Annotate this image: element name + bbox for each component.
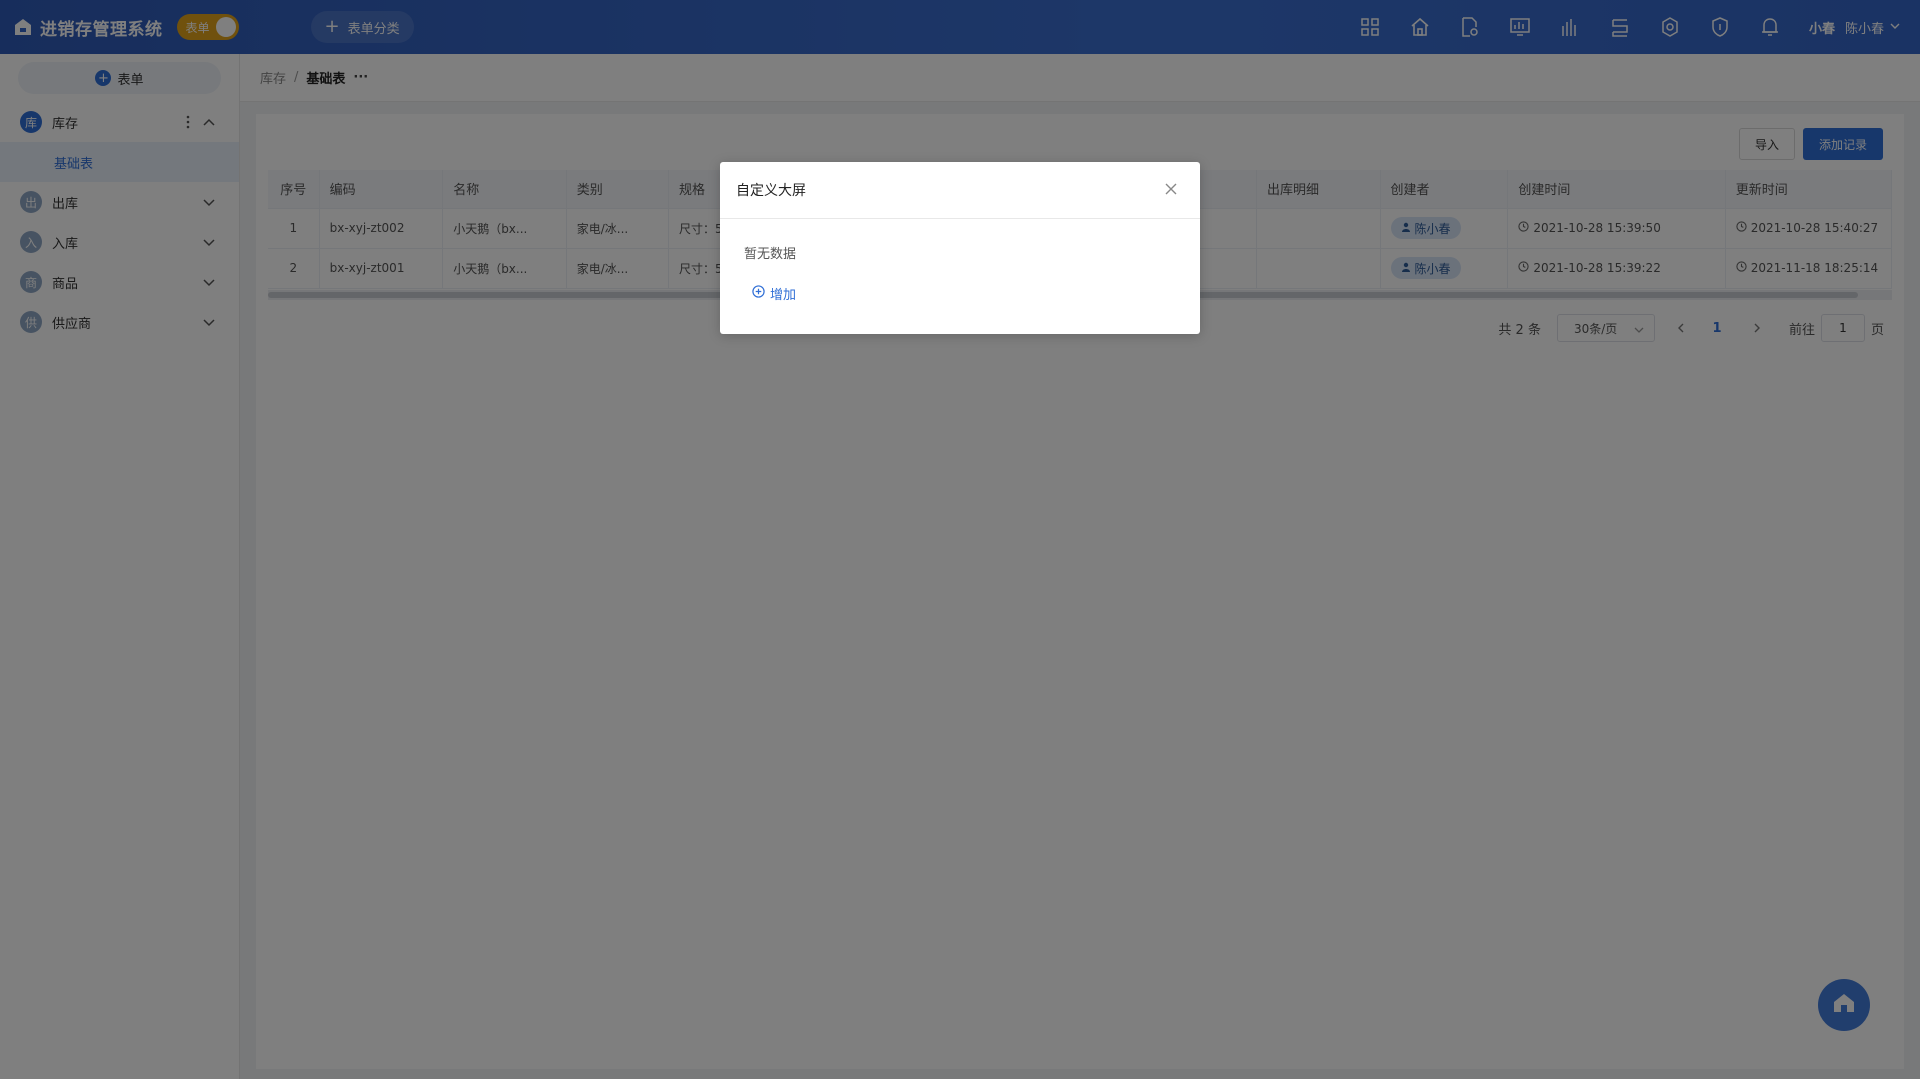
close-icon[interactable] [1164, 182, 1180, 198]
dialog-title: 自定义大屏 [736, 183, 806, 199]
add-dashboard-label: 增加 [770, 288, 797, 303]
custom-dashboard-dialog: 自定义大屏 暂无数据 增加 [720, 162, 1200, 334]
add-dashboard-button[interactable]: 增加 [752, 284, 1200, 303]
plus-circle-icon [752, 285, 765, 302]
empty-state-text: 暂无数据 [744, 247, 797, 262]
dialog-header: 自定义大屏 [720, 162, 1200, 219]
